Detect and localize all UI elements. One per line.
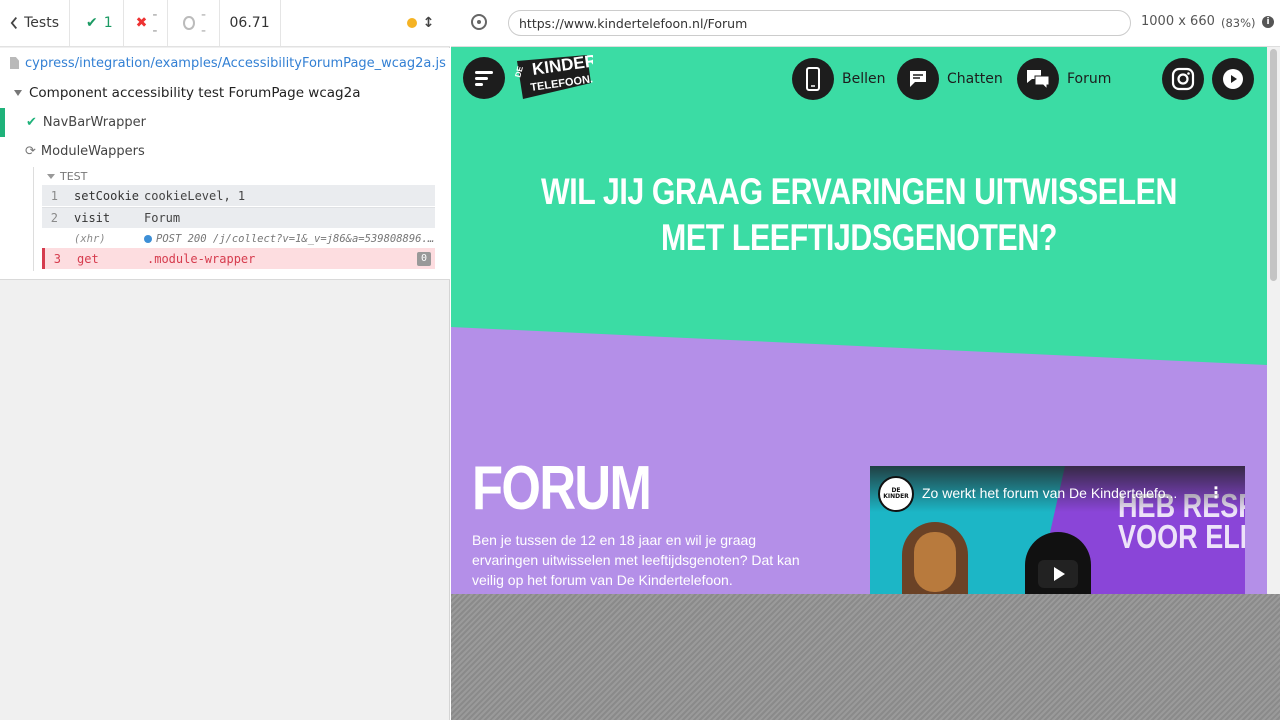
iframe-scrollbar[interactable] <box>1267 47 1280 594</box>
collapse-triangle-icon <box>47 174 55 179</box>
command-message: Forum <box>144 211 181 225</box>
kindertelefoon-logo[interactable]: DE KINDER TELEFOON.NL <box>513 53 593 105</box>
command-message: cookieLevel, 1 <box>144 188 246 203</box>
nav-link-label: Forum <box>1067 71 1112 87</box>
auto-scroll-icon[interactable]: ↕ <box>423 15 435 31</box>
command-row-failed[interactable]: 3 get .module-wrapper 0 <box>42 248 435 269</box>
nav-link-chatten[interactable]: Chatten <box>897 58 1003 100</box>
play-button-icon[interactable] <box>1038 560 1078 588</box>
selector-playground-icon[interactable] <box>471 14 487 30</box>
xhr-row[interactable]: (xhr) POST 200 /j/collect?v=1&_v=j86&a=5… <box>42 228 435 249</box>
file-icon <box>10 57 19 69</box>
duration: 06.71 <box>220 0 281 46</box>
forum-title: FORUM <box>472 454 652 523</box>
spec-file-path[interactable]: cypress/integration/examples/Accessibili… <box>0 48 450 78</box>
aut-panel: https://www.kindertelefoon.nl/Forum 1000… <box>451 0 1280 720</box>
youtube-video-embed[interactable]: HEB RESPEC VOOR ELKAA DEKINDER Zo werkt … <box>870 466 1245 594</box>
test-item-navbarwrapper[interactable]: ✔ NavBarWrapper <box>0 108 450 137</box>
failed-count-value: -- <box>152 7 158 39</box>
menu-line-icon <box>475 76 488 80</box>
command-message: .module-wrapper <box>147 251 256 266</box>
aut-header: https://www.kindertelefoon.nl/Forum 1000… <box>451 0 1280 47</box>
command-row[interactable]: 2 visit Forum <box>42 207 435 228</box>
pending-count: -- <box>168 0 220 46</box>
menu-line-icon <box>475 82 483 86</box>
forum-icon <box>1017 58 1059 100</box>
command-name: get <box>77 251 99 266</box>
nav-link-label: Chatten <box>947 71 1003 87</box>
viewport-size: 1000 x 660 <box>1141 14 1215 29</box>
suite-title: Component accessibility test ForumPage w… <box>29 85 361 101</box>
refresh-icon: ⟳ <box>25 144 36 159</box>
command-name: setCookie <box>74 188 140 203</box>
nav-link-label: Bellen <box>842 71 886 87</box>
passed-count-value: 1 <box>103 15 113 31</box>
hero-headline: WIL JIJ GRAAG ERVARINGEN UITWISSELEN MET… <box>524 169 1193 261</box>
suite-header[interactable]: Component accessibility test ForumPage w… <box>14 85 360 101</box>
video-character-face <box>914 532 956 592</box>
hero-headline-line2: MET LEEFTIJDSGENOTEN? <box>661 217 1057 258</box>
collapse-triangle-icon <box>14 90 22 96</box>
forum-intro-text: Ben je tussen de 12 en 18 jaar en wil je… <box>472 532 800 588</box>
passed-count: ✔ 1 <box>70 0 124 46</box>
test-title: NavBarWrapper <box>42 115 146 130</box>
test-title: ModuleWappers <box>40 144 145 159</box>
command-number: 1 <box>50 188 58 203</box>
video-title[interactable]: Zo werkt het forum van De Kindertelefo..… <box>922 485 1182 501</box>
zoom-level: (83%) <box>1221 16 1256 30</box>
spec-path-text[interactable]: cypress/integration/examples/Accessibili… <box>25 56 446 71</box>
nav-link-bellen[interactable]: Bellen <box>792 58 885 100</box>
phone-icon <box>792 58 834 100</box>
instagram-icon[interactable] <box>1162 58 1204 100</box>
hero-headline-line1: WIL JIJ GRAAG ERVARINGEN UITWISSELEN <box>541 171 1177 212</box>
url-bar[interactable]: https://www.kindertelefoon.nl/Forum <box>508 10 1131 36</box>
chat-icon <box>897 58 939 100</box>
tests-button[interactable]: Tests <box>0 0 70 46</box>
command-row[interactable]: 1 setCookie cookieLevel, 1 <box>42 185 435 206</box>
aut-iframe: DE KINDER TELEFOON.NL Bellen Chatten For… <box>451 47 1267 594</box>
menu-button[interactable] <box>463 57 505 99</box>
channel-avatar[interactable]: DE KINDER <box>878 476 914 512</box>
more-options-icon[interactable]: ⋮ <box>1208 483 1224 502</box>
xhr-message-text: POST 200 /j/collect?v=1&_v=j86&a=5398088… <box>156 232 435 245</box>
test-section-header[interactable]: TEST <box>47 170 87 183</box>
check-icon: ✔ <box>86 15 98 31</box>
tests-button-label: Tests <box>24 15 59 31</box>
command-name: (xhr) <box>74 232 106 245</box>
element-count-badge: 0 <box>417 251 431 266</box>
running-indicator-icon <box>406 18 417 28</box>
failed-count: ✖ -- <box>124 0 169 46</box>
command-number: 3 <box>53 251 61 266</box>
check-icon: ✔ <box>26 115 37 130</box>
nav-link-forum[interactable]: Forum <box>1017 58 1111 100</box>
menu-line-icon <box>475 70 493 74</box>
command-message: POST 200 /j/collect?v=1&_v=j86&a=5398088… <box>144 233 435 245</box>
pending-circle-icon <box>183 16 195 30</box>
video-overlay-line2: VOOR ELKAA <box>1118 518 1245 555</box>
xhr-status-dot-icon <box>144 234 152 243</box>
command-name: visit <box>74 211 111 225</box>
reporter-panel: Tests ✔ 1 ✖ -- -- 06.71 ↕ cypress/integr… <box>0 0 482 720</box>
test-tree: Component accessibility test ForumPage w… <box>0 78 450 280</box>
pending-count-value: -- <box>200 7 206 39</box>
test-item-modulewappers[interactable]: ⟳ ModuleWappers <box>0 137 450 166</box>
info-icon[interactable]: i <box>1262 16 1274 28</box>
stats-bar: Tests ✔ 1 ✖ -- -- 06.71 ↕ <box>0 0 482 47</box>
video-character-left <box>902 522 968 594</box>
command-number: 2 <box>50 211 58 225</box>
chevron-left-icon <box>10 17 18 29</box>
youtube-icon[interactable] <box>1212 58 1254 100</box>
scrollbar-thumb[interactable] <box>1270 49 1277 281</box>
x-icon: ✖ <box>135 15 148 31</box>
test-section-label: TEST <box>60 170 88 183</box>
cypress-runner: Tests ✔ 1 ✖ -- -- 06.71 ↕ cypress/integr… <box>0 0 1280 720</box>
command-log: TEST 1 setCookie cookieLevel, 1 2 visit … <box>33 167 435 271</box>
